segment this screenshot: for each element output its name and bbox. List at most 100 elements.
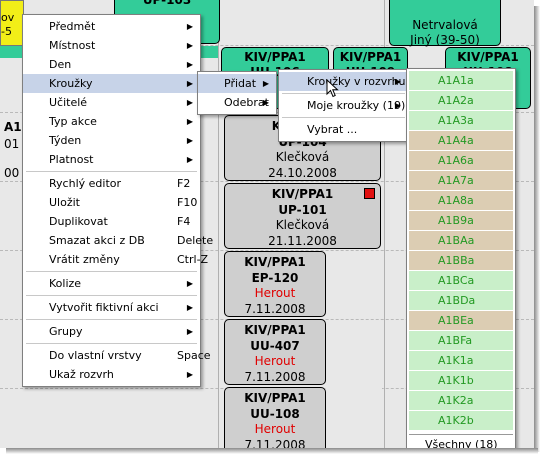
menu-item-krouzek[interactable]: A1A3a bbox=[409, 111, 513, 131]
menu-item-label: Vybrat ... bbox=[307, 123, 358, 136]
menu-item-label: Předmět bbox=[49, 20, 96, 33]
menu-item-smazat[interactable]: Smazat akci z DB Delete bbox=[23, 231, 213, 250]
menu-item-mistnost[interactable]: Místnost ▶ bbox=[23, 36, 200, 55]
submenu-arrow-icon: ▶ bbox=[186, 279, 193, 288]
menu-item-ulozit[interactable]: Uložit F10 bbox=[23, 193, 200, 212]
menu-item-krouzek[interactable]: A1A4a bbox=[409, 131, 513, 151]
menu-item-krouzek[interactable]: A1K1b bbox=[409, 371, 513, 391]
menu-item-den[interactable]: Den ▶ bbox=[23, 55, 200, 74]
submenu-arrow-icon: ▶ bbox=[186, 117, 193, 126]
menu-shortcut: F2 bbox=[177, 177, 191, 190]
menu-separator bbox=[26, 295, 197, 296]
event-teacher: Herout bbox=[254, 422, 296, 436]
submenu-arrow-icon: ▶ bbox=[262, 79, 269, 88]
background-area bbox=[326, 320, 382, 448]
schedule-card[interactable]: KIV/PPA1 UU-407 Herout 7.11.2008 bbox=[224, 319, 326, 385]
event-code: KIV/PPA1 bbox=[271, 187, 334, 201]
menu-item-label: Typ akce bbox=[49, 115, 97, 128]
menu-item-label: Moje kroužky (19) bbox=[307, 99, 406, 112]
schedule-view: ov -5 UP-103 Netrvalová Jiný (39-50) KIV… bbox=[0, 0, 534, 448]
menu-item-vsechny[interactable]: Všechny (18) bbox=[409, 434, 513, 448]
event-date: 24.10.2008 bbox=[268, 165, 337, 180]
menu-item-label: Do vlastní vrstvy bbox=[49, 349, 142, 362]
menu-item-rychly-editor[interactable]: Rychlý editor F2 bbox=[23, 174, 200, 193]
event-date: 7.11.2008 bbox=[244, 369, 306, 384]
menu-item-kolize[interactable]: Kolize ▶ bbox=[23, 274, 200, 293]
submenu-arrow-icon: ▶ bbox=[186, 327, 193, 336]
event-code: KIV/PPA1 bbox=[457, 50, 519, 64]
schedule-card[interactable]: KIV/PPA1 EP-120 Herout 7.11.2008 bbox=[224, 251, 326, 317]
menu-item-moje-krouzky[interactable]: Moje kroužky (19) ▶ bbox=[279, 96, 408, 115]
menu-item-predmet[interactable]: Předmět ▶ bbox=[23, 17, 200, 36]
menu-item-label: Kroužky bbox=[49, 77, 93, 90]
event-card[interactable]: Netrvalová Jiný (39-50) bbox=[389, 0, 501, 47]
menu-item-ucitele[interactable]: Učitelé ▶ bbox=[23, 93, 200, 112]
menu-item-krouzek[interactable]: A1K2a bbox=[409, 391, 513, 411]
menu-item-krouzek[interactable]: A1BEa bbox=[409, 311, 513, 331]
menu-item-label: Místnost bbox=[49, 39, 96, 52]
menu-item-do-vlastni-vrstvy[interactable]: Do vlastní vrstvy Space bbox=[23, 346, 211, 365]
menu-item-vratit-zmeny[interactable]: Vrátit změny Ctrl-Z bbox=[23, 250, 208, 269]
menu-separator bbox=[26, 171, 197, 172]
menu-item-krouzky[interactable]: Kroužky ▶ bbox=[23, 74, 200, 93]
menu-item-grupy[interactable]: Grupy ▶ bbox=[23, 322, 200, 341]
schedule-card[interactable]: KIV/PPA1 UP-101 Klečková 21.11.2008 bbox=[224, 183, 381, 249]
menu-item-krouzek[interactable]: A1BBa bbox=[409, 251, 513, 271]
window-shadow bbox=[6, 448, 538, 454]
menu-item-typ-akce[interactable]: Typ akce ▶ bbox=[23, 112, 200, 131]
event-code: KIV/PPA1 bbox=[244, 255, 306, 269]
window-shadow bbox=[534, 6, 540, 452]
submenu-arrow-icon: ▶ bbox=[186, 22, 193, 31]
submenu-arrow-icon: ▶ bbox=[394, 101, 401, 110]
menu-item-tyden[interactable]: Týden ▶ bbox=[23, 131, 200, 150]
event-room: EP-120 bbox=[251, 270, 299, 285]
menu-item-krouzky-v-rozvrhu[interactable]: Kroužky v rozvrhu ▶ bbox=[279, 72, 408, 91]
menu-item-krouzek[interactable]: A1K2b bbox=[409, 411, 513, 431]
menu-item-pridat[interactable]: Přidat ▶ bbox=[198, 74, 276, 93]
yellow-event-card[interactable]: ov -5 bbox=[0, 0, 24, 46]
menu-item-krouzek[interactable]: A1K1a bbox=[409, 351, 513, 371]
krouzky-submenu: Přidat ▶ Odebrat ▶ bbox=[197, 71, 277, 115]
menu-item-krouzek[interactable]: A1A2a bbox=[409, 91, 513, 111]
event-teacher: Herout bbox=[254, 286, 296, 300]
menu-item-duplikovat[interactable]: Duplikovat F4 bbox=[23, 212, 200, 231]
event-date: 7.11.2008 bbox=[244, 301, 306, 316]
menu-item-label: Uložit bbox=[49, 196, 80, 209]
event-info: Jiný (39-50) bbox=[410, 33, 480, 47]
menu-item-krouzek[interactable]: A1BFa bbox=[409, 331, 513, 351]
event-code: KIV/PPA1 bbox=[244, 323, 306, 337]
menu-item-platnost[interactable]: Platnost ▶ bbox=[23, 150, 200, 169]
menu-item-krouzek[interactable]: A1A7a bbox=[409, 171, 513, 191]
menu-item-vytvorit-fiktivni-akci[interactable]: Vytvořit fiktivní akci ▶ bbox=[23, 298, 200, 317]
menu-item-krouzek[interactable]: A1A8a bbox=[409, 191, 513, 211]
menu-item-label: Učitelé bbox=[49, 96, 88, 109]
menu-shortcut: Delete bbox=[177, 234, 214, 247]
submenu-arrow-icon: ▶ bbox=[262, 98, 269, 107]
menu-item-krouzek[interactable]: A1BAa bbox=[409, 231, 513, 251]
krouzky-list-submenu: A1A1a A1A2a A1A3a A1A4a A1A6a A1A7a A1A8a A1B9a… bbox=[406, 68, 516, 448]
menu-item-label: Grupy bbox=[49, 325, 83, 338]
menu-shortcut: Ctrl-Z bbox=[177, 253, 209, 266]
menu-item-krouzek[interactable]: A1A1a bbox=[409, 71, 513, 91]
schedule-card[interactable]: KIV/PPA1 UU-108 Herout 7.11.2008 bbox=[224, 387, 326, 448]
flag-icon bbox=[364, 188, 375, 199]
krouzky-list: A1A1a A1A2a A1A3a A1A4a A1A6a A1A7a A1A8a A1B9a… bbox=[409, 71, 513, 431]
menu-item-krouzek[interactable]: A1BCa bbox=[409, 271, 513, 291]
menu-item-label: Rychlý editor bbox=[49, 177, 122, 190]
menu-item-krouzek[interactable]: A1BDa bbox=[409, 291, 513, 311]
menu-item-label: Ukaž rozvrh bbox=[49, 368, 114, 381]
menu-item-krouzek[interactable]: A1B9a bbox=[409, 211, 513, 231]
event-date: 7.11.2008 bbox=[244, 437, 306, 449]
event-room: UU-108 bbox=[250, 406, 300, 421]
event-code: KIV/PPA1 bbox=[339, 50, 402, 64]
menu-separator bbox=[282, 117, 405, 118]
menu-shortcut: Space bbox=[177, 349, 211, 362]
row-label: 00 bbox=[4, 166, 20, 180]
mouse-cursor-icon bbox=[326, 79, 339, 98]
menu-item-krouzek[interactable]: A1A6a bbox=[409, 151, 513, 171]
menu-separator bbox=[26, 271, 197, 272]
submenu-arrow-icon: ▶ bbox=[186, 136, 193, 145]
menu-item-vybrat[interactable]: Vybrat ... bbox=[279, 120, 408, 139]
menu-item-odebrat[interactable]: Odebrat ▶ bbox=[198, 93, 276, 112]
menu-item-ukaz-rozvrh[interactable]: Ukaž rozvrh ▶ bbox=[23, 365, 200, 384]
